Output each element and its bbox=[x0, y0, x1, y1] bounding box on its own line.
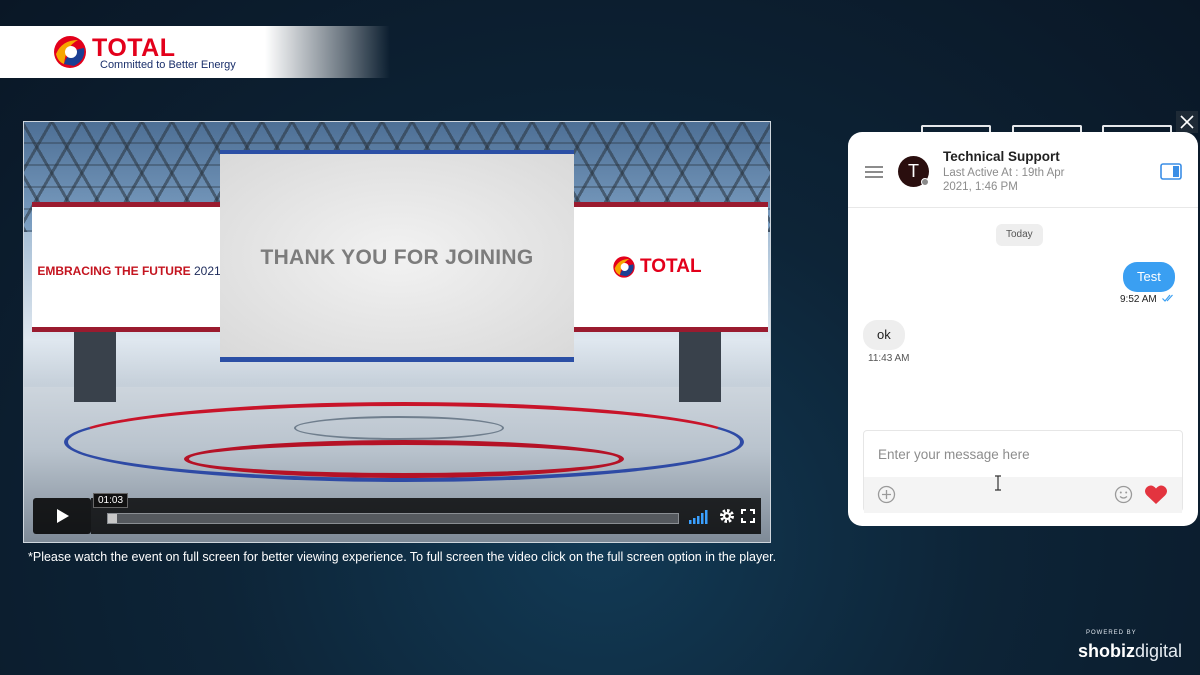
outgoing-message: Test bbox=[1123, 262, 1175, 292]
stage-pillar-right bbox=[679, 322, 721, 402]
video-player[interactable]: EMBRACING THE FUTURE 2021 THANK YOU FOR … bbox=[23, 121, 771, 543]
player-controls: 01:03 bbox=[33, 493, 761, 534]
time-tooltip: 01:03 bbox=[93, 493, 129, 508]
chat-header: T Technical Support Last Active At : 19t… bbox=[848, 132, 1198, 208]
heart-icon[interactable] bbox=[1144, 484, 1168, 505]
stage-ring-middle bbox=[184, 440, 624, 478]
stage-pillar-left bbox=[74, 322, 116, 402]
composer-toolbar bbox=[864, 477, 1182, 513]
stage-ring-inner bbox=[294, 416, 504, 440]
timeline-bar: 01:03 bbox=[91, 493, 761, 534]
incoming-message-time: 11:43 AM bbox=[868, 353, 910, 364]
day-separator: Today bbox=[996, 224, 1043, 246]
text-cursor-icon bbox=[995, 475, 1001, 491]
volume-icon[interactable] bbox=[689, 510, 711, 524]
message-composer bbox=[863, 430, 1183, 513]
close-icon bbox=[1180, 115, 1194, 129]
fullscreen-notice: *Please watch the event on full screen f… bbox=[28, 550, 777, 564]
brand-banner: TOTAL Committed to Better Energy bbox=[0, 26, 390, 78]
total-logo-icon bbox=[54, 36, 86, 68]
total-logo-icon bbox=[613, 256, 635, 278]
main-stage-screen: THANK YOU FOR JOINING bbox=[220, 150, 574, 362]
last-active-status: Last Active At : 19th Apr 2021, 1:46 PM bbox=[943, 167, 1065, 193]
contact-name: Technical Support bbox=[943, 149, 1060, 164]
brand-thin-part: digital bbox=[1135, 641, 1183, 661]
play-button[interactable] bbox=[33, 498, 91, 534]
left-screen-text: EMBRACING THE FUTURE 2021 bbox=[32, 264, 226, 278]
right-stage-screen: TOTAL bbox=[574, 202, 768, 332]
fullscreen-icon[interactable] bbox=[741, 509, 755, 523]
settings-gear-icon[interactable] bbox=[719, 508, 735, 524]
progress-fill bbox=[108, 514, 117, 523]
powered-by-label: POWERED BY bbox=[1086, 630, 1137, 636]
add-attachment-icon[interactable] bbox=[877, 485, 896, 504]
play-icon bbox=[57, 509, 69, 523]
message-input[interactable] bbox=[864, 431, 1182, 477]
main-screen-text: THANK YOU FOR JOINING bbox=[260, 246, 534, 269]
close-button[interactable] bbox=[1176, 111, 1198, 133]
left-stage-screen: EMBRACING THE FUTURE 2021 bbox=[32, 202, 226, 332]
side-panel-toggle-icon[interactable] bbox=[1160, 163, 1182, 180]
chat-panel: T Technical Support Last Active At : 19t… bbox=[848, 132, 1198, 526]
left-screen-title: EMBRACING THE FUTURE bbox=[37, 264, 191, 278]
emoji-icon[interactable] bbox=[1114, 485, 1133, 504]
read-receipt-icon bbox=[1162, 294, 1173, 302]
brand-bold-part: shobiz bbox=[1078, 641, 1135, 661]
logo-tagline: Committed to Better Energy bbox=[100, 59, 236, 71]
presence-indicator bbox=[921, 178, 929, 186]
incoming-message: ok bbox=[863, 320, 905, 350]
menu-icon[interactable] bbox=[865, 166, 883, 178]
right-screen-logo-word: TOTAL bbox=[640, 256, 702, 277]
shobiz-digital-logo: shobizdigital bbox=[1078, 641, 1182, 662]
outgoing-message-time: 9:52 AM bbox=[1120, 294, 1157, 305]
progress-track[interactable] bbox=[107, 513, 679, 524]
left-screen-year: 2021 bbox=[193, 264, 221, 278]
